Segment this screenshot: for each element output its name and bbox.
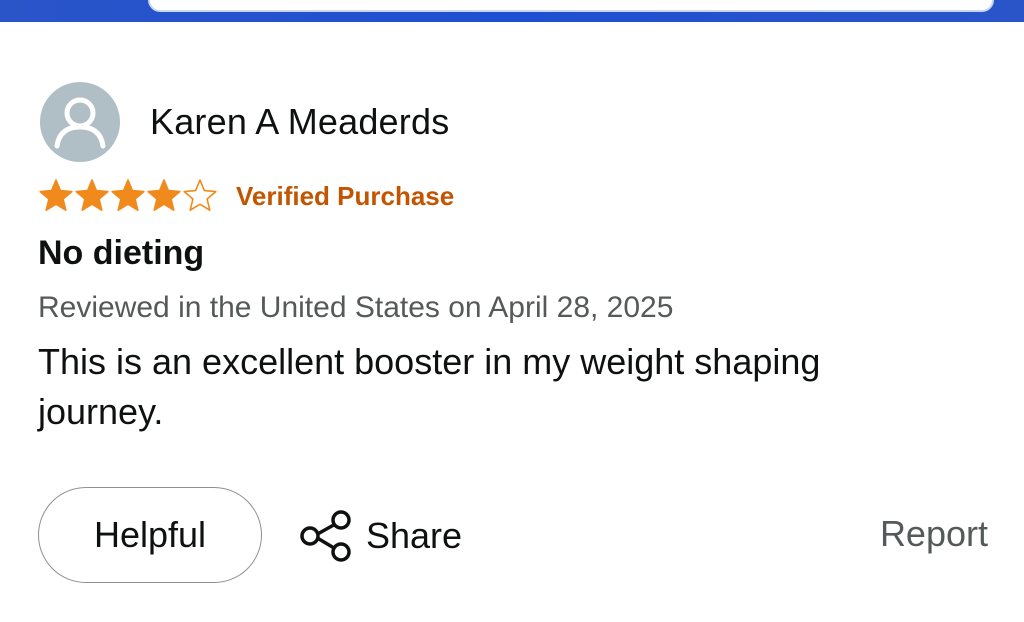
report-link[interactable]: Report xyxy=(880,513,988,555)
search-bar[interactable] xyxy=(148,0,994,12)
user-silhouette-icon xyxy=(54,97,106,149)
star-filled-icon xyxy=(75,179,109,212)
share-icon xyxy=(300,510,351,562)
reviewer-profile[interactable]: Karen A Meaderds xyxy=(40,82,449,162)
share-button[interactable]: Share xyxy=(296,507,462,565)
star-filled-icon xyxy=(39,179,73,212)
verified-purchase-badge: Verified Purchase xyxy=(236,180,455,211)
star-rating[interactable] xyxy=(38,178,218,214)
share-label: Share xyxy=(366,515,463,556)
header-bar xyxy=(0,0,1024,22)
review-meta: Reviewed in the United States on April 2… xyxy=(38,291,674,324)
reviewer-name[interactable]: Karen A Meaderds xyxy=(150,101,449,143)
star-filled-icon xyxy=(111,179,145,212)
review-actions: Helpful Share Report xyxy=(38,487,988,585)
star-empty-icon xyxy=(183,179,217,212)
rating-row: Verified Purchase xyxy=(38,176,454,216)
helpful-button[interactable]: Helpful xyxy=(38,487,262,583)
review-page: Karen A Meaderds Verified Purchase No di… xyxy=(0,0,1024,622)
star-filled-icon xyxy=(147,179,181,212)
avatar xyxy=(40,82,120,162)
review-body: This is an excellent booster in my weigh… xyxy=(38,341,821,432)
review-title: No dieting xyxy=(38,234,205,272)
